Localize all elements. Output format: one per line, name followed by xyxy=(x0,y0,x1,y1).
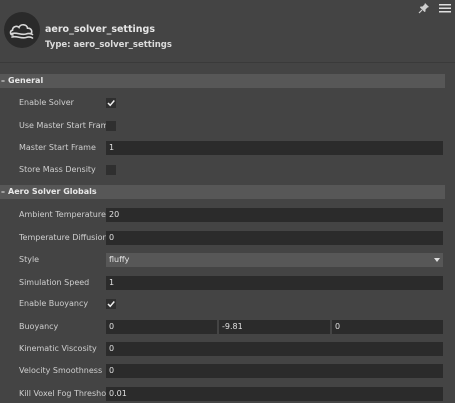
enable-solver-checkbox[interactable] xyxy=(106,98,116,108)
kill-voxel-fog-threshold-field[interactable]: 0.01 xyxy=(106,387,443,401)
enable-solver-row: Enable Solver xyxy=(0,96,445,110)
velocity-smoothness-label: Velocity Smoothness xyxy=(19,366,103,375)
section-general-header[interactable]: – General xyxy=(0,74,445,88)
kill-voxel-fog-threshold-row: Kill Voxel Fog Threshold 0.01 xyxy=(0,387,445,401)
store-mass-density-checkbox[interactable] xyxy=(106,165,116,175)
store-mass-density-label: Store Mass Density xyxy=(19,165,96,174)
section-general-label: General xyxy=(8,76,44,85)
header-divider xyxy=(0,62,455,63)
simulation-speed-label: Simulation Speed xyxy=(19,278,90,287)
master-start-frame-field[interactable]: 1 xyxy=(106,141,443,155)
buoyancy-row: Buoyancy 0 -9.81 0 xyxy=(0,320,445,334)
checkmark-icon xyxy=(107,301,115,308)
buoyancy-y-field[interactable]: -9.81 xyxy=(219,320,330,334)
temperature-diffusion-row: Temperature Diffusion 0 xyxy=(0,231,445,245)
cloud-icon xyxy=(4,12,40,48)
scrollbar[interactable] xyxy=(447,63,455,403)
velocity-smoothness-row: Velocity Smoothness 0 xyxy=(0,364,445,378)
use-master-start-frame-checkbox[interactable] xyxy=(106,121,116,131)
use-master-start-frame-row: Use Master Start Frame xyxy=(0,119,445,133)
ambient-temperature-row: Ambient Temperature 20 xyxy=(0,208,445,222)
collapse-icon[interactable]: – xyxy=(1,76,7,85)
buoyancy-z-field[interactable]: 0 xyxy=(332,320,443,334)
style-dropdown-value: fluffy xyxy=(109,255,130,264)
pin-icon[interactable] xyxy=(418,2,430,14)
node-type-label: Type: aero_solver_settings xyxy=(45,40,172,50)
node-header: aero_solver_settings Type: aero_solver_s… xyxy=(0,0,455,62)
master-start-frame-label: Master Start Frame xyxy=(19,143,96,152)
enable-buoyancy-checkbox[interactable] xyxy=(106,299,116,309)
chevron-down-icon xyxy=(434,258,440,262)
temperature-diffusion-field[interactable]: 0 xyxy=(106,231,443,245)
kinematic-viscosity-field[interactable]: 0 xyxy=(106,342,443,356)
kinematic-viscosity-row: Kinematic Viscosity 0 xyxy=(0,342,445,356)
style-dropdown[interactable]: fluffy xyxy=(106,253,443,267)
ambient-temperature-field[interactable]: 20 xyxy=(106,208,443,222)
style-label: Style xyxy=(19,255,40,264)
use-master-start-frame-label: Use Master Start Frame xyxy=(19,121,114,130)
simulation-speed-row: Simulation Speed 1 xyxy=(0,276,445,290)
ambient-temperature-label: Ambient Temperature xyxy=(19,210,106,219)
master-start-frame-row: Master Start Frame 1 xyxy=(0,141,445,155)
collapse-icon[interactable]: – xyxy=(1,187,7,196)
enable-solver-label: Enable Solver xyxy=(19,98,74,107)
checkmark-icon xyxy=(107,100,115,107)
velocity-smoothness-field[interactable]: 0 xyxy=(106,364,443,378)
section-globals-label: Aero Solver Globals xyxy=(8,187,97,196)
section-globals-header[interactable]: – Aero Solver Globals xyxy=(0,185,445,199)
store-mass-density-row: Store Mass Density xyxy=(0,163,445,177)
hamburger-menu-icon[interactable] xyxy=(438,2,452,14)
enable-buoyancy-label: Enable Buoyancy xyxy=(19,299,89,308)
style-row: Style fluffy xyxy=(0,253,445,267)
simulation-speed-field[interactable]: 1 xyxy=(106,276,443,290)
node-title: aero_solver_settings xyxy=(45,24,155,35)
temperature-diffusion-label: Temperature Diffusion xyxy=(19,233,108,242)
enable-buoyancy-row: Enable Buoyancy xyxy=(0,297,445,311)
buoyancy-label: Buoyancy xyxy=(19,322,59,331)
kill-voxel-fog-threshold-label: Kill Voxel Fog Threshold xyxy=(19,389,114,398)
kinematic-viscosity-label: Kinematic Viscosity xyxy=(19,344,97,353)
buoyancy-x-field[interactable]: 0 xyxy=(106,320,217,334)
